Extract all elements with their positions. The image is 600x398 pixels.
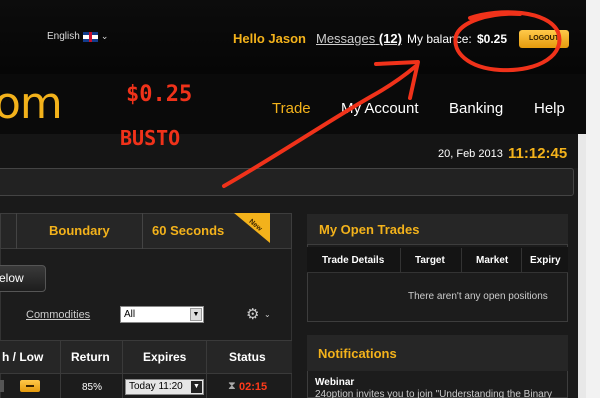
uk-flag-icon (82, 31, 98, 42)
messages-link[interactable]: Messages (12) (316, 31, 402, 46)
column-divider (60, 340, 61, 398)
column-divider (461, 248, 462, 273)
status-countdown: 02:15 (239, 381, 268, 393)
commodities-link[interactable]: Commodities (26, 309, 90, 321)
column-divider (521, 248, 522, 273)
column-trade-details: Trade Details (322, 255, 385, 266)
empty-positions-message: There aren't any open positions (408, 291, 548, 302)
annotation-busto: BUSTO (120, 126, 181, 150)
messages-label: Messages (316, 31, 376, 46)
high-button[interactable] (0, 380, 4, 392)
dropdown-arrow-icon: ▼ (190, 308, 202, 321)
nav-my-account[interactable]: My Account (341, 100, 419, 117)
tab-divider (16, 213, 17, 249)
header-return: Return (71, 350, 110, 364)
column-divider (206, 340, 207, 398)
asset-filter-select[interactable]: All ▼ (120, 306, 204, 323)
annotation-amount: $0.25 (126, 82, 193, 107)
low-button[interactable] (20, 380, 40, 392)
notification-title[interactable]: Webinar (315, 377, 354, 388)
below-button[interactable]: elow (0, 265, 46, 292)
user-greeting: Hello Jason (233, 31, 306, 46)
column-expiry: Expiry (530, 255, 561, 266)
column-target: Target (415, 255, 445, 266)
header-status: Status (229, 350, 266, 364)
tab-boundary[interactable]: Boundary (49, 223, 110, 238)
page-scrollbar[interactable] (586, 0, 600, 398)
messages-count: (12) (378, 31, 402, 46)
tab-60-seconds[interactable]: 60 Seconds (152, 223, 224, 238)
balance-label: My balance: (407, 32, 472, 46)
chevron-down-icon[interactable]: ⌄ (264, 310, 271, 319)
panel-scrollbar[interactable] (578, 134, 586, 398)
asset-filter-value: All (124, 309, 136, 320)
logo[interactable]: om (0, 78, 63, 129)
notification-text: 24option invites you to join "Understand… (315, 389, 553, 398)
expiry-select[interactable]: Today 11:20 ▼ (125, 379, 204, 395)
header-high-low: h / Low (2, 350, 44, 364)
asset-search-bar[interactable] (0, 168, 574, 196)
nav-help[interactable]: Help (534, 100, 565, 117)
nav-trade[interactable]: Trade (272, 100, 311, 117)
current-date: 20, Feb 2013 (438, 148, 503, 160)
header-expires: Expires (143, 350, 187, 364)
gear-icon[interactable]: ⚙ (246, 305, 259, 323)
dropdown-arrow-icon: ▼ (191, 381, 202, 393)
open-trades-title: My Open Trades (319, 222, 420, 237)
logout-button[interactable]: LOGOUT (519, 30, 569, 48)
tab-divider (142, 213, 143, 249)
column-divider (400, 248, 401, 273)
language-label: English (47, 31, 80, 42)
return-value: 85% (82, 382, 103, 393)
column-market: Market (476, 255, 509, 266)
current-time: 11:12:45 (508, 145, 568, 162)
nav-banking[interactable]: Banking (449, 100, 503, 117)
language-selector[interactable]: English ⌄ (47, 31, 108, 42)
expiry-value: Today 11:20 (129, 381, 183, 392)
notifications-title: Notifications (318, 346, 397, 361)
column-divider (122, 340, 123, 398)
hourglass-icon: ⧗ (228, 380, 236, 392)
balance-value: $0.25 (477, 32, 508, 46)
chevron-down-icon: ⌄ (100, 31, 109, 41)
